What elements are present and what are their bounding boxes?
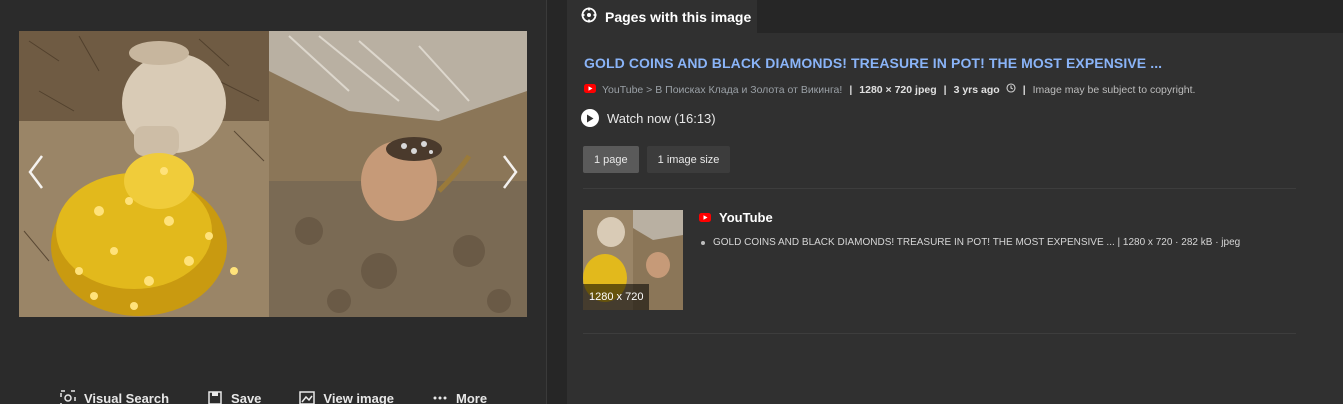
save-label: Save — [231, 390, 262, 404]
meta-separator: | — [849, 83, 853, 96]
chip-pages[interactable]: 1 page — [583, 146, 639, 173]
next-image-button[interactable] — [496, 150, 524, 194]
page-detail-item[interactable]: GOLD COINS AND BLACK DIAMONDS! TREASURE … — [701, 237, 1240, 248]
youtube-icon — [584, 83, 596, 96]
pages-with-image-pane: Pages with this image GOLD COINS AND BLA… — [567, 0, 1343, 404]
tab-pages-with-image[interactable]: Pages with this image — [567, 0, 757, 33]
view-image-label: View image — [323, 390, 394, 404]
watch-now-label: Watch now (16:13) — [607, 110, 716, 126]
chevron-left-icon — [28, 155, 43, 189]
save-icon — [207, 390, 223, 404]
page-site-name: YouTube — [719, 210, 773, 225]
result-meta: YouTube > В Поисках Клада и Золота от Ви… — [584, 83, 1195, 96]
watch-now-button[interactable]: Watch now (16:13) — [581, 109, 716, 127]
bullet-dot — [701, 240, 705, 245]
copyright-notice: Image may be subject to copyright. — [1032, 83, 1196, 96]
result-source[interactable]: YouTube > В Поисках Клада и Золота от Ви… — [602, 84, 842, 96]
visual-search-button[interactable]: Visual Search — [60, 390, 169, 404]
tab-label: Pages with this image — [605, 8, 752, 25]
page-detail-text: GOLD COINS AND BLACK DIAMONDS! TREASURE … — [713, 237, 1241, 248]
section-divider — [583, 188, 1296, 189]
tab-bar: Pages with this image — [567, 0, 1343, 33]
result-age: 3 yrs ago — [953, 83, 1000, 96]
visual-search-label: Visual Search — [84, 390, 170, 404]
meta-separator: | — [943, 83, 947, 96]
image-actions-bar: Visual Search Save View image More — [60, 390, 487, 404]
save-button[interactable]: Save — [207, 390, 261, 404]
page-site-link[interactable]: YouTube — [699, 210, 773, 225]
history-icon — [1006, 83, 1016, 96]
more-icon — [432, 390, 448, 404]
more-button[interactable]: More — [432, 390, 487, 404]
previous-image-button[interactable] — [22, 150, 50, 194]
pane-gutter — [547, 0, 567, 404]
filter-chips: 1 page 1 image size — [583, 146, 731, 173]
pages-icon — [581, 7, 597, 26]
meta-separator: | — [1022, 83, 1026, 96]
visual-search-panel: Visual Search Save View image More Pages… — [0, 0, 1343, 404]
youtube-icon — [699, 210, 711, 225]
section-divider — [583, 333, 1296, 334]
result-dimensions: 1280 × 720 jpeg — [859, 83, 937, 96]
chevron-right-icon — [503, 155, 518, 189]
page-thumbnail[interactable]: 1280 x 720 — [583, 210, 683, 310]
view-image-button[interactable]: View image — [299, 390, 394, 404]
result-title-link[interactable]: GOLD COINS AND BLACK DIAMONDS! TREASURE … — [584, 55, 1162, 71]
visual-search-icon — [60, 390, 76, 404]
chip-image-sizes[interactable]: 1 image size — [646, 146, 731, 173]
image-preview-pane: Visual Search Save View image More — [0, 0, 546, 404]
more-label: More — [456, 390, 488, 404]
thumbnail-size-label: 1280 x 720 — [583, 284, 650, 310]
main-preview-image[interactable] — [19, 31, 527, 317]
play-icon — [581, 109, 599, 127]
view-image-icon — [299, 390, 316, 404]
